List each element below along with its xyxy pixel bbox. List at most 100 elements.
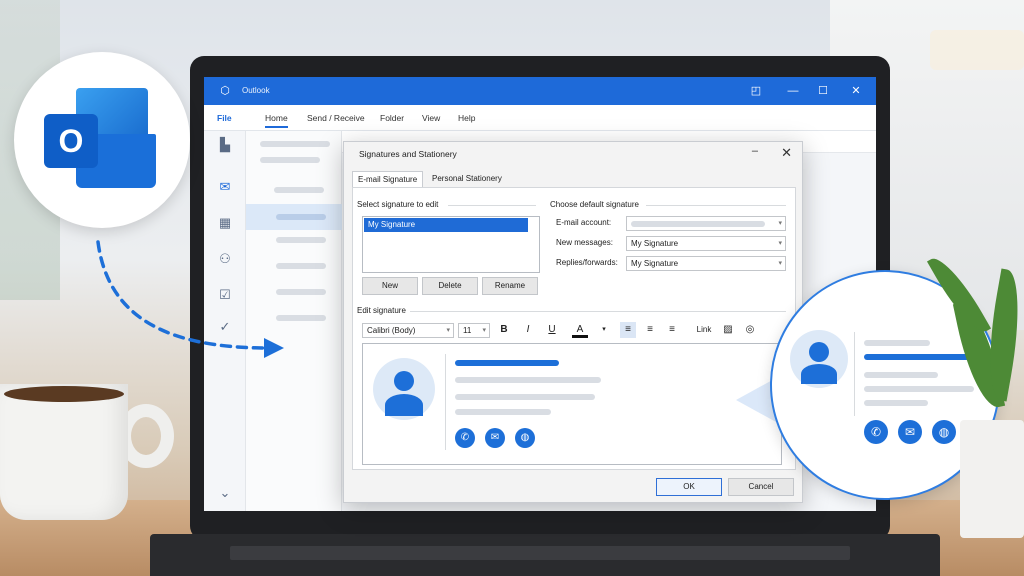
divider xyxy=(646,205,786,206)
signature-list[interactable]: My Signature xyxy=(362,216,540,273)
maximize-icon[interactable]: ☐ xyxy=(816,84,830,98)
plant-pot xyxy=(960,420,1024,538)
rename-button[interactable]: Rename xyxy=(482,277,538,295)
font-color-button[interactable]: A xyxy=(572,322,588,338)
default-signature-label: Choose default signature xyxy=(550,200,639,209)
signatures-dialog: Signatures and Stationery – ✕ E-mail Sig… xyxy=(343,141,803,503)
dashed-arrow xyxy=(96,240,284,358)
bold-button[interactable]: B xyxy=(496,322,512,338)
text-line xyxy=(864,340,930,346)
selected-folder[interactable] xyxy=(246,204,342,230)
edit-signature-label: Edit signature xyxy=(357,306,406,315)
replies-label: Replies/forwards: xyxy=(556,258,618,267)
tab-personal-stationery[interactable]: Personal Stationery xyxy=(427,171,507,187)
copilot-icon[interactable]: ◰ xyxy=(749,84,763,98)
app-title: Outlook xyxy=(242,86,270,95)
align-center-icon[interactable]: ≡ xyxy=(642,322,658,338)
chevron-down-icon: ▾ xyxy=(482,327,486,334)
tab-help[interactable]: Help xyxy=(458,113,475,123)
keyboard-row xyxy=(230,546,850,560)
ribbon-tabs: File Home Send / Receive Folder View Hel… xyxy=(204,105,876,131)
new-button[interactable]: New xyxy=(362,277,418,295)
cancel-button[interactable]: Cancel xyxy=(728,478,794,496)
tab-home[interactable]: Home xyxy=(265,113,288,128)
mail-icon: ✉ xyxy=(485,428,505,448)
name-line xyxy=(864,354,970,360)
font-size-select[interactable]: 11 ▾ xyxy=(458,323,490,338)
divider xyxy=(448,205,536,206)
tab-file[interactable]: File xyxy=(217,113,232,123)
folder-item[interactable] xyxy=(274,187,324,193)
minimize-icon[interactable]: — xyxy=(786,84,800,98)
outlook-app-icon: ⬡ xyxy=(220,85,230,97)
delete-button[interactable]: Delete xyxy=(422,277,478,295)
avatar-body xyxy=(801,364,837,384)
background-lamp xyxy=(930,30,1024,70)
phone-icon: ✆ xyxy=(864,420,888,444)
text-line xyxy=(455,409,551,415)
more-apps-icon[interactable]: ⌄ xyxy=(217,485,233,501)
text-line xyxy=(864,386,974,392)
avatar xyxy=(790,330,848,388)
chevron-down-icon: ▾ xyxy=(446,327,450,334)
new-messages-value: My Signature xyxy=(631,239,679,248)
align-left-icon[interactable]: ≡ xyxy=(620,322,636,338)
chevron-down-icon: ▾ xyxy=(778,260,782,267)
underline-button[interactable]: U xyxy=(544,322,560,338)
avatar-head xyxy=(394,371,414,391)
mail-icon[interactable]: ✉ xyxy=(217,179,233,195)
tab-folder[interactable]: Folder xyxy=(380,113,404,123)
insert-picture-icon[interactable]: ▨ xyxy=(720,322,736,338)
outlook-logo-badge: O xyxy=(14,52,190,228)
email-account-label: E-mail account: xyxy=(556,218,612,227)
divider xyxy=(410,311,786,312)
name-line xyxy=(455,360,559,366)
select-signature-label: Select signature to edit xyxy=(357,200,439,209)
mail-icon: ✉ xyxy=(898,420,922,444)
text-line xyxy=(455,394,595,400)
close-icon[interactable]: ✕ xyxy=(849,84,863,98)
calendar-icon[interactable]: ▦ xyxy=(217,215,233,231)
note-icon[interactable]: ▙ xyxy=(217,137,233,153)
email-account-select[interactable]: ▾ xyxy=(626,216,786,231)
text-line xyxy=(455,377,601,383)
avatar-body xyxy=(385,394,423,416)
chevron-down-icon[interactable]: ▾ xyxy=(596,322,612,338)
link-button[interactable]: Link xyxy=(692,322,716,338)
coffee xyxy=(4,386,124,402)
ok-button[interactable]: OK xyxy=(656,478,722,496)
tab-view[interactable]: View xyxy=(422,113,440,123)
dialog-title: Signatures and Stationery xyxy=(359,149,457,159)
align-right-icon[interactable]: ≡ xyxy=(664,322,680,338)
folder-item xyxy=(276,214,326,220)
title-bar: ⬡ Outlook ◰ — ☐ ✕ xyxy=(204,77,876,105)
minimize-icon[interactable]: – xyxy=(752,145,758,157)
outlook-logo-icon: O xyxy=(44,114,98,168)
replies-value: My Signature xyxy=(631,259,679,268)
tab-email-signature[interactable]: E-mail Signature xyxy=(352,171,424,187)
avatar xyxy=(373,358,435,420)
email-account-value xyxy=(631,221,765,227)
phone-icon: ✆ xyxy=(455,428,475,448)
signature-editor[interactable]: ✆ ✉ ◍ xyxy=(362,343,782,465)
font-family-select[interactable]: Calibri (Body) ▾ xyxy=(362,323,454,338)
globe-icon: ◍ xyxy=(515,428,535,448)
close-icon[interactable]: ✕ xyxy=(781,145,792,161)
text-line xyxy=(864,400,928,406)
business-card-icon[interactable]: ◎ xyxy=(742,322,758,338)
font-size-value: 11 xyxy=(463,326,472,335)
signature-item[interactable]: My Signature xyxy=(364,218,528,232)
replies-select[interactable]: My Signature ▾ xyxy=(626,256,786,271)
coffee-mug xyxy=(0,384,128,520)
chevron-down-icon: ▾ xyxy=(778,220,782,227)
new-messages-label: New messages: xyxy=(556,238,613,247)
text-line xyxy=(864,372,938,378)
divider xyxy=(854,332,855,416)
tab-send-receive[interactable]: Send / Receive xyxy=(307,113,365,123)
divider xyxy=(445,354,446,450)
folder-item[interactable] xyxy=(260,141,330,147)
italic-button[interactable]: I xyxy=(520,322,536,338)
folder-item[interactable] xyxy=(260,157,320,163)
new-messages-select[interactable]: My Signature ▾ xyxy=(626,236,786,251)
globe-icon: ◍ xyxy=(932,420,956,444)
